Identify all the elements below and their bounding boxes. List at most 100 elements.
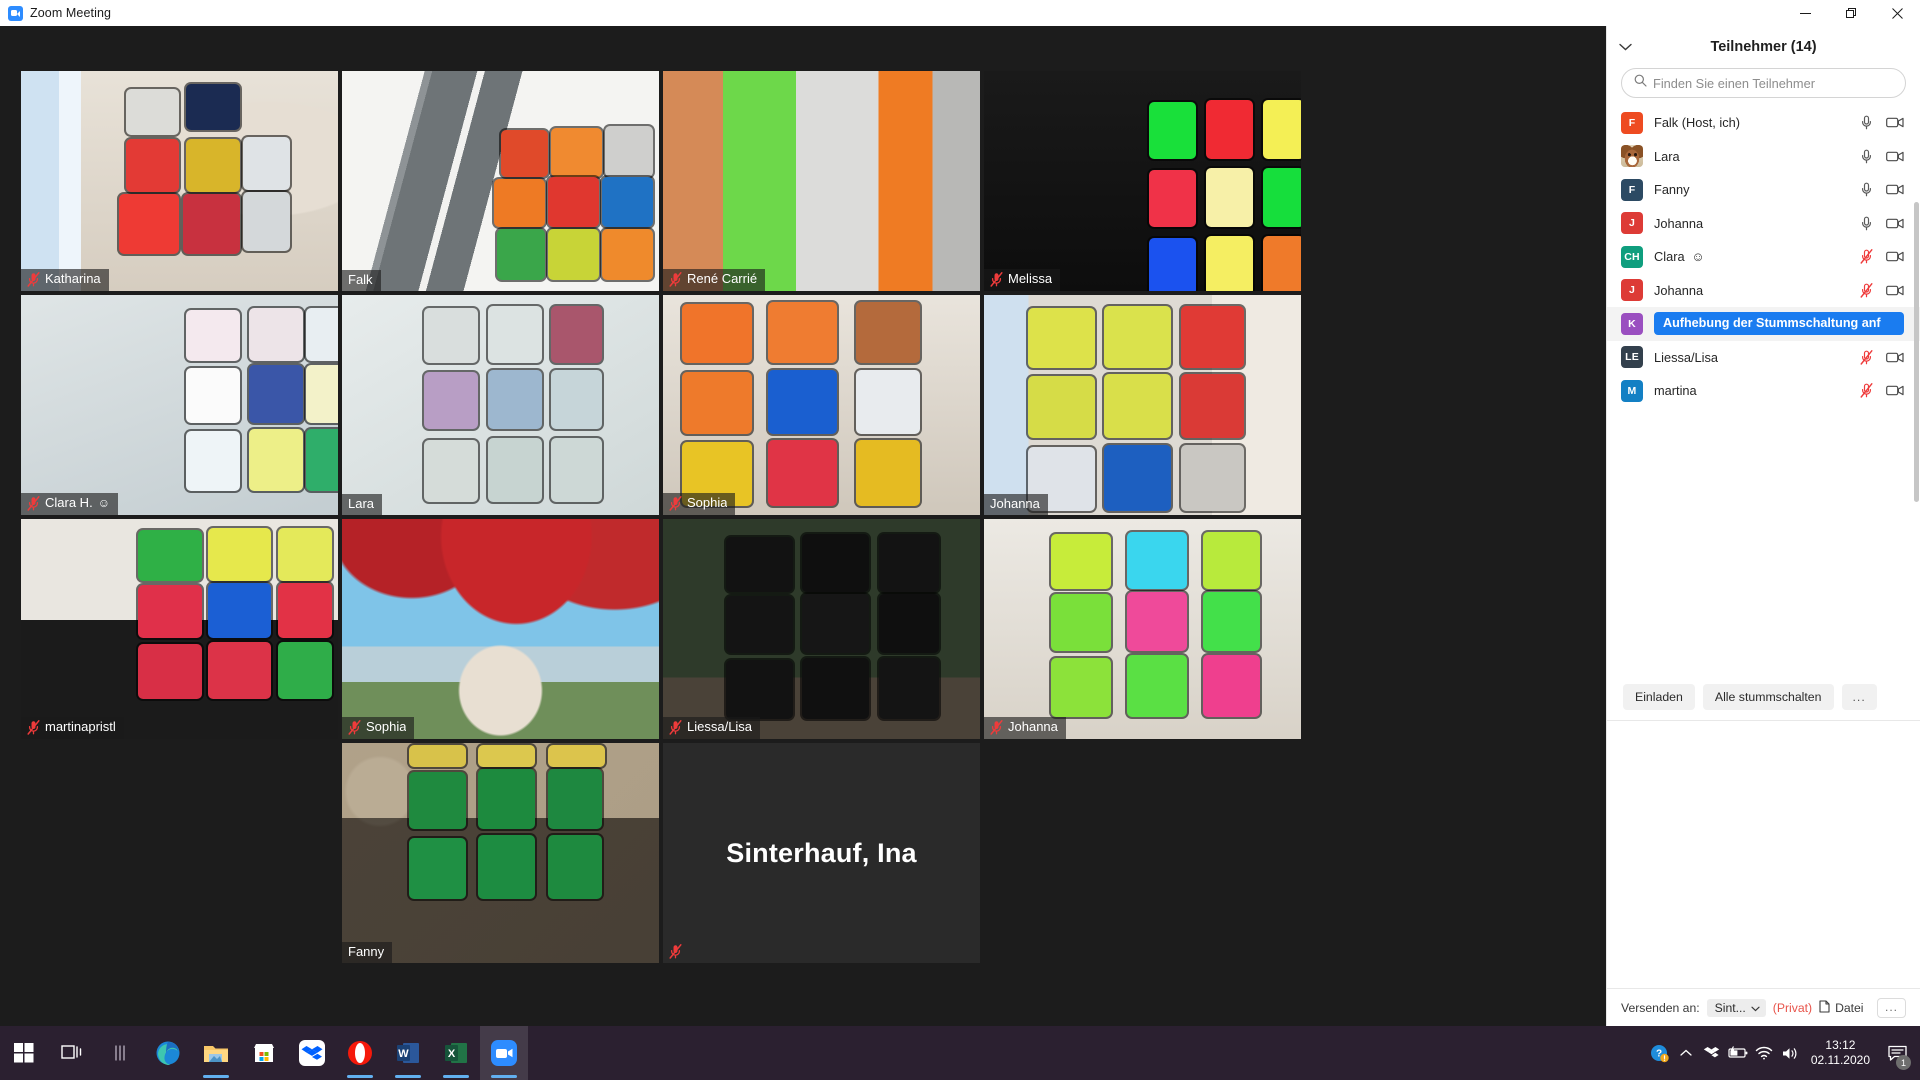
- camera-icon: [1886, 285, 1904, 296]
- mic-muted-icon[interactable]: [1860, 249, 1873, 264]
- notification-icon[interactable]: 1: [1880, 1026, 1914, 1080]
- video-tile[interactable]: Fanny: [342, 743, 659, 963]
- video-tile[interactable]: Lara: [342, 295, 659, 515]
- camera-icon[interactable]: [1886, 351, 1904, 364]
- camera-icon[interactable]: [1886, 116, 1904, 129]
- participant-status-icons: [1860, 182, 1904, 197]
- search-lines-icon[interactable]: [96, 1026, 144, 1080]
- title-bar-left: Zoom Meeting: [0, 5, 111, 21]
- participant-row[interactable]: F Fanny: [1607, 173, 1920, 207]
- opera-button[interactable]: [336, 1026, 384, 1080]
- participant-name-text: Fanny: [1654, 182, 1690, 198]
- microsoft-store-button[interactable]: [240, 1026, 288, 1080]
- edge-button[interactable]: [144, 1026, 192, 1080]
- clock[interactable]: 13:12 02.11.2020: [1803, 1038, 1880, 1068]
- dropbox-button[interactable]: [288, 1026, 336, 1080]
- video-tile[interactable]: Liessa/Lisa: [663, 519, 980, 739]
- wifi-icon[interactable]: [1751, 1046, 1777, 1060]
- minimize-button[interactable]: [1782, 0, 1828, 26]
- cube-sticker: [767, 301, 838, 364]
- participant-list-scrollbar[interactable]: [1914, 202, 1919, 502]
- restore-button[interactable]: [1828, 0, 1874, 26]
- cube-sticker: [478, 769, 536, 829]
- participant-row[interactable]: Lara: [1607, 140, 1920, 174]
- help-warning-icon[interactable]: ?: [1647, 1044, 1673, 1063]
- mic-icon[interactable]: [1860, 149, 1873, 164]
- cube-sticker: [497, 229, 545, 280]
- video-tile[interactable]: Falk: [342, 71, 659, 291]
- video-tile[interactable]: Melissa: [984, 71, 1301, 291]
- mic-icon[interactable]: [1860, 182, 1873, 197]
- participant-row[interactable]: LE Liessa/Lisa: [1607, 341, 1920, 375]
- camera-icon[interactable]: [1886, 217, 1904, 230]
- speaker-icon[interactable]: [1777, 1046, 1803, 1061]
- invite-button[interactable]: Einladen: [1623, 683, 1695, 710]
- request-unmute-button[interactable]: Aufhebung der Stummschaltung anf: [1654, 312, 1904, 336]
- participant-search-box[interactable]: [1621, 68, 1906, 98]
- camera-icon[interactable]: [1886, 183, 1904, 196]
- participant-list[interactable]: F Falk (Host, ich) Lara F Fanny J Johanna CH Cla…: [1607, 106, 1920, 675]
- task-view-button[interactable]: [48, 1026, 96, 1080]
- participant-row[interactable]: J Johanna: [1607, 207, 1920, 241]
- cube-sticker: [1202, 655, 1260, 717]
- word-button[interactable]: W: [384, 1026, 432, 1080]
- mic-muted-icon: [1860, 282, 1873, 298]
- participant-name-text: martina: [1654, 383, 1697, 399]
- search-input[interactable]: [1653, 75, 1893, 91]
- file-button[interactable]: Datei: [1819, 1000, 1864, 1016]
- participant-row[interactable]: Mmartina: [1607, 374, 1920, 408]
- video-tile[interactable]: Sophia: [342, 519, 659, 739]
- video-tile[interactable]: Sophia: [663, 295, 980, 515]
- participant-more-button[interactable]: ...: [1841, 683, 1877, 710]
- dropbox-tray-icon[interactable]: [1699, 1045, 1725, 1062]
- participant-row[interactable]: CH Clara ☺: [1607, 240, 1920, 274]
- cube-sticker: [856, 440, 920, 507]
- video-tile[interactable]: René Carrié: [663, 71, 980, 291]
- video-tile[interactable]: martinapristl: [21, 519, 338, 739]
- mic-muted-icon[interactable]: [1860, 383, 1873, 398]
- cube-sticker: [277, 527, 332, 581]
- tile-participant-name: Johanna: [990, 496, 1040, 511]
- battery-charging-icon[interactable]: [1725, 1046, 1751, 1060]
- chevron-down-icon[interactable]: [1619, 38, 1632, 56]
- start-button[interactable]: [0, 1026, 48, 1080]
- tile-participant-name: Melissa: [1008, 272, 1053, 287]
- video-tile[interactable]: Johanna: [984, 519, 1301, 739]
- mic-icon: [1862, 115, 1871, 130]
- participants-panel: Teilnehmer (14) F Falk (Host, ich) Lara F Fa…: [1606, 26, 1920, 1054]
- windows-taskbar: W X ? 13:12 02.11.2020 1: [0, 1026, 1920, 1080]
- video-tile[interactable]: Sinterhauf, Ina: [663, 743, 980, 963]
- mic-muted-icon: [27, 272, 40, 287]
- cube-sticker: [605, 126, 653, 177]
- mic-muted-icon[interactable]: [1860, 282, 1873, 298]
- chat-recipient-select[interactable]: Sint...: [1706, 999, 1766, 1017]
- tile-participant-name: Lara: [348, 496, 375, 511]
- close-button[interactable]: [1874, 0, 1920, 26]
- participant-row[interactable]: F Falk (Host, ich): [1607, 106, 1920, 140]
- cube-sticker: [1262, 167, 1301, 228]
- camera-icon[interactable]: [1886, 384, 1904, 397]
- zoom-button[interactable]: [480, 1026, 528, 1080]
- tile-participant-name: Falk: [348, 272, 373, 287]
- participant-reaction-emoji: ☺: [1691, 249, 1705, 265]
- excel-button[interactable]: X: [432, 1026, 480, 1080]
- participant-row[interactable]: K Aufhebung der Stummschaltung anf: [1607, 307, 1920, 341]
- video-tile[interactable]: Katharina: [21, 71, 338, 291]
- video-tile[interactable]: Johanna: [984, 295, 1301, 515]
- camera-icon[interactable]: [1886, 150, 1904, 163]
- camera-icon[interactable]: [1886, 284, 1904, 297]
- file-explorer-button[interactable]: [192, 1026, 240, 1080]
- chat-more-button[interactable]: ...: [1876, 998, 1906, 1018]
- chevron-up-icon[interactable]: [1673, 1049, 1699, 1057]
- camera-icon[interactable]: [1886, 250, 1904, 263]
- mute-all-button[interactable]: Alle stummschalten: [1702, 683, 1834, 710]
- tile-participant-name: René Carrié: [687, 272, 758, 287]
- cube-sticker: [424, 308, 479, 364]
- participant-row[interactable]: J Johanna: [1607, 274, 1920, 308]
- mic-icon[interactable]: [1860, 115, 1873, 130]
- cube-sticker: [802, 657, 870, 720]
- video-tile[interactable]: Clara H. ☺: [21, 295, 338, 515]
- mic-icon[interactable]: [1860, 216, 1873, 231]
- cube-sticker: [548, 176, 599, 228]
- mic-muted-icon[interactable]: [1860, 349, 1873, 365]
